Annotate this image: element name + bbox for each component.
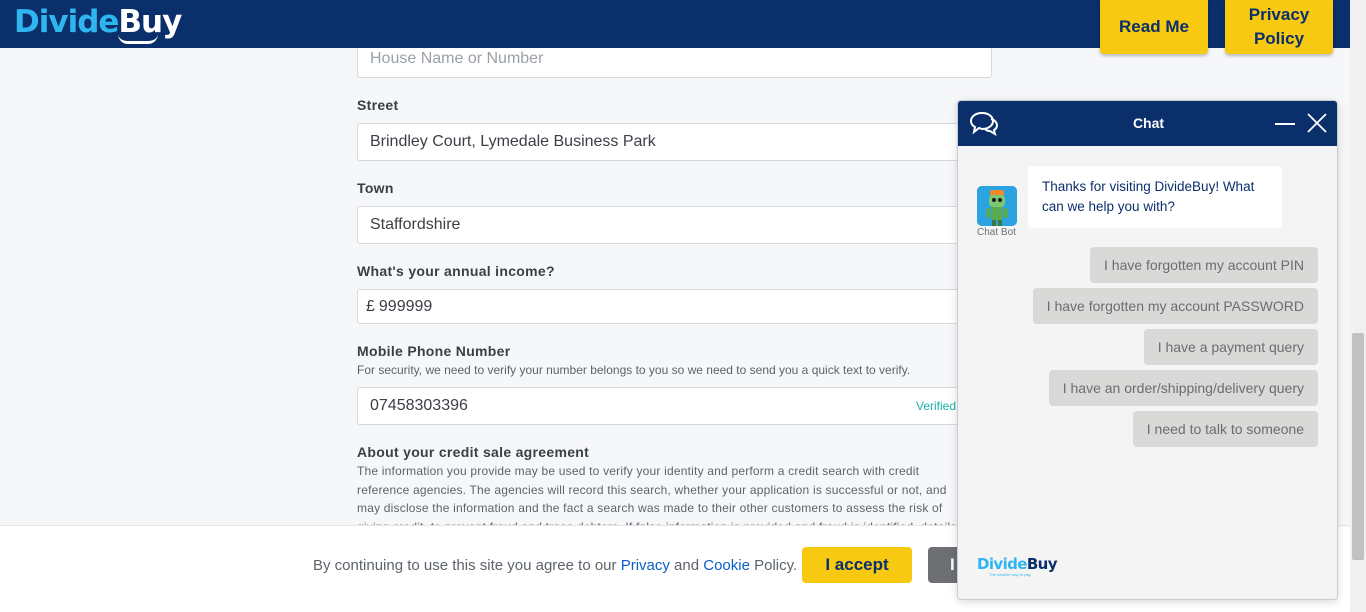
logo-smile-icon xyxy=(118,34,158,44)
chat-option-talk-to-someone[interactable]: I need to talk to someone xyxy=(1132,411,1318,447)
privacy-link[interactable]: Privacy xyxy=(621,557,670,574)
chat-header: Chat xyxy=(958,101,1337,146)
town-input[interactable]: Staffordshire xyxy=(357,206,992,244)
mobile-input[interactable]: 07458303396 xyxy=(357,387,992,425)
currency-symbol: £ xyxy=(366,298,375,315)
income-label: What's your annual income? xyxy=(357,263,555,279)
mobile-label: Mobile Phone Number xyxy=(357,343,511,359)
street-label: Street xyxy=(357,97,399,113)
read-me-button[interactable]: Read Me xyxy=(1100,0,1208,54)
minimize-icon[interactable] xyxy=(1275,123,1295,125)
agreement-text: The information you provide may be used … xyxy=(357,464,956,526)
chat-option-forgot-password[interactable]: I have forgotten my account PASSWORD xyxy=(1032,288,1318,324)
accept-cookies-button[interactable]: I accept xyxy=(802,547,912,583)
close-icon[interactable] xyxy=(1307,113,1327,133)
income-input[interactable]: £999999 xyxy=(357,289,992,324)
agreement-label: About your credit sale agreement xyxy=(357,444,590,460)
cookie-message: By continuing to use this site you agree… xyxy=(313,557,798,574)
cookie-link[interactable]: Cookie xyxy=(703,557,750,574)
privacy-policy-button[interactable]: Privacy Policy xyxy=(1225,0,1333,54)
verified-badge: Verified xyxy=(916,399,957,413)
mobile-helper-text: For security, we need to verify your num… xyxy=(357,363,911,377)
scrollbar-thumb[interactable] xyxy=(1352,333,1364,560)
chat-option-forgot-pin[interactable]: I have forgotten my account PIN xyxy=(1090,247,1318,283)
chat-option-order-query[interactable]: I have an order/shipping/delivery query xyxy=(1048,370,1318,406)
chat-footer-tagline: The smarter way to pay xyxy=(989,572,1031,577)
chat-bot-avatar xyxy=(977,186,1017,226)
chat-bot-name: Chat Bot xyxy=(977,227,1016,238)
bot-greeting-message: Thanks for visiting DivideBuy! What can … xyxy=(1028,166,1282,228)
chat-option-payment-query[interactable]: I have a payment query xyxy=(1143,329,1318,365)
income-value: 999999 xyxy=(378,298,433,315)
street-input[interactable]: Brindley Court, Lymedale Business Park xyxy=(357,123,992,161)
robot-icon xyxy=(977,186,1017,226)
chat-footer-logo: DivideBuy xyxy=(977,555,1058,573)
town-label: Town xyxy=(357,180,394,196)
chat-widget: Chat Chat Bot Thanks for visiting Divide… xyxy=(957,100,1338,600)
